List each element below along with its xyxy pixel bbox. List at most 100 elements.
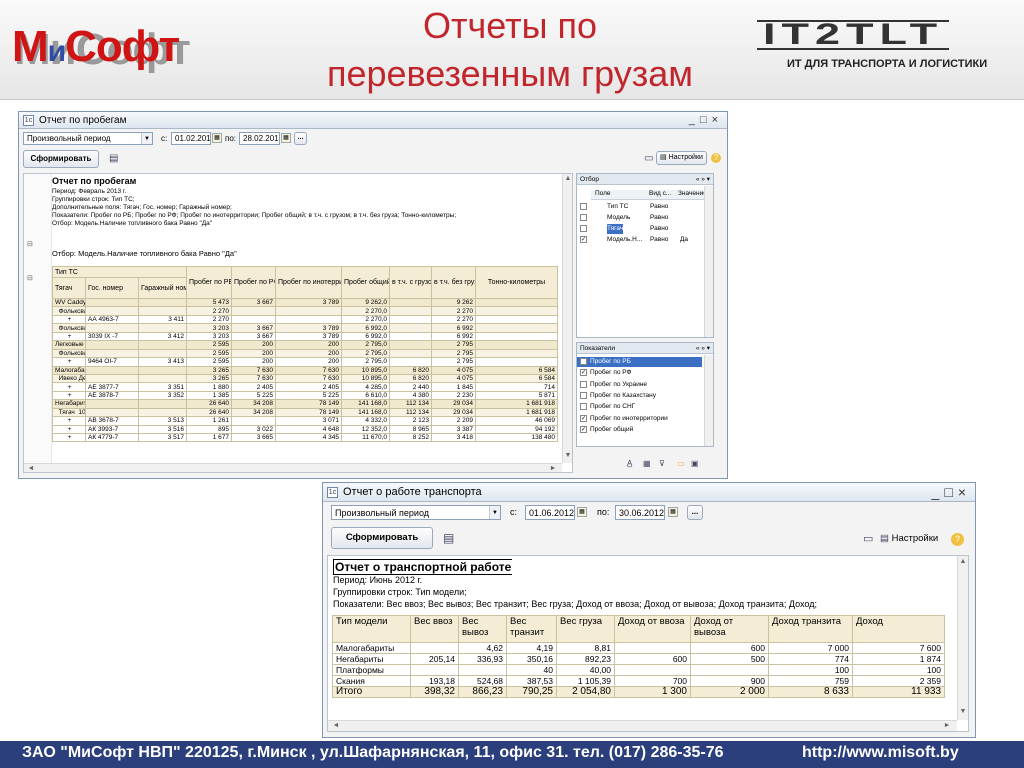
close-icon[interactable]: × (712, 114, 723, 126)
indicator-row[interactable]: ✓ Пробег по инотерритории (577, 414, 702, 424)
print-icon[interactable]: ▤ (443, 532, 454, 544)
scroll-right-icon[interactable]: ► (548, 465, 558, 472)
indicator-row[interactable]: ✓ Пробег по РБ (577, 357, 702, 367)
period-choose-button[interactable]: ... (687, 505, 703, 520)
indicator-row[interactable]: ✓ Пробег по РФ (577, 368, 702, 378)
help-icon[interactable]: ? (711, 153, 721, 163)
table-cell: Тягач 100 м3 (52, 407, 86, 418)
print-icon[interactable]: ▤ (109, 153, 118, 165)
font-icon[interactable]: A̲ (627, 459, 632, 468)
table-cell: 78 149 (275, 399, 343, 409)
table-cell: 141 168,0 (341, 399, 391, 409)
calendar-icon[interactable]: ▦ (668, 507, 678, 517)
filter-comparison: Равно (650, 214, 669, 221)
filter-icon[interactable]: ⊽ (659, 459, 665, 468)
indicator-row[interactable]: Пробег по Украине (577, 380, 702, 390)
close-icon[interactable]: × (958, 484, 971, 500)
indicator-checkbox[interactable]: ✓ (580, 358, 587, 365)
minimize-icon[interactable]: _ (689, 114, 700, 126)
to-date-field[interactable]: 30.06.2012 (615, 505, 665, 520)
to-date-field[interactable]: 28.02.2013 (239, 132, 280, 145)
minimize-icon[interactable]: _ (932, 484, 945, 500)
report-grouping-line: Группировки строк: Тип ТС; (52, 196, 135, 203)
panel-nav-arrows[interactable]: « » ▾ (696, 343, 710, 354)
period-select[interactable]: Произвольный период ▼ (23, 132, 153, 145)
filter-checkbox[interactable] (580, 225, 587, 232)
dropdown-arrow-icon[interactable]: ▼ (141, 133, 152, 144)
indicator-checkbox[interactable] (580, 391, 587, 399)
save-icon[interactable]: ▣ (691, 459, 699, 468)
filter-row[interactable]: Тягач Равно (577, 224, 702, 234)
indicator-row[interactable]: Пробег по Казахстану (577, 391, 702, 401)
collapse-toggle-icon[interactable]: ⊟ (27, 274, 33, 282)
table-cell: 3 265 (186, 365, 233, 375)
report-horizontal-scrollbar[interactable]: ◄ ► (24, 463, 562, 472)
maximize-icon[interactable]: □ (700, 114, 712, 126)
period-choose-button[interactable]: ... (294, 132, 307, 145)
logo-letter-i: и (47, 35, 66, 68)
scroll-right-icon[interactable]: ► (942, 722, 952, 729)
indicator-row[interactable]: Пробег по СНГ (577, 402, 702, 412)
filter-checkbox[interactable] (580, 203, 587, 210)
table-row: WV Caddy 5 473 3 667 3 789 9 262,0 9 262 (52, 297, 559, 308)
calendar-icon[interactable]: ▦ (212, 133, 222, 143)
table-cell: 4 648 (275, 424, 343, 435)
report-vertical-scrollbar[interactable]: ▲ ▼ (562, 174, 572, 463)
table-cell: 3 351 (137, 382, 188, 392)
table-cell (389, 297, 433, 308)
filter-row[interactable]: Модель Равно (577, 213, 702, 223)
folder-icon[interactable]: ▭ (677, 459, 685, 468)
company-website-link[interactable]: http://www.misoft.by (802, 744, 959, 762)
dropdown-arrow-icon[interactable]: ▼ (489, 506, 500, 519)
report-horizontal-scrollbar[interactable]: ◄ ► (328, 720, 957, 731)
indicator-checkbox[interactable] (580, 380, 587, 388)
table-cell: 200 (231, 357, 277, 367)
mileage-report-title: Отчет по пробегам (52, 176, 137, 186)
filter-checkbox[interactable] (580, 214, 587, 221)
table-cell: 11 670,0 (341, 432, 391, 443)
logo-text: МиСофт (12, 22, 180, 72)
table-cell: 6 820 (389, 373, 433, 384)
calendar-icon[interactable]: ▦ (281, 133, 291, 143)
scroll-left-icon[interactable]: ◄ (331, 722, 341, 729)
panel-toggle-icon[interactable]: ▭ (863, 533, 873, 545)
indicator-checkbox[interactable]: ✓ (580, 369, 587, 377)
panel-toggle-icon[interactable]: ▭ (644, 153, 653, 165)
from-date-field[interactable]: 01.06.2012 (525, 505, 575, 520)
indicators-panel-scrollbar[interactable] (704, 355, 713, 446)
indicator-checkbox[interactable]: ✓ (580, 414, 587, 422)
scroll-up-icon[interactable]: ▲ (958, 558, 968, 565)
filter-checkbox[interactable]: ✓ (580, 236, 587, 243)
table-cell: 2 595 (186, 340, 233, 350)
collapse-toggle-icon[interactable]: ⊟ (27, 240, 33, 248)
report-vertical-scrollbar[interactable]: ▲ ▼ (957, 556, 968, 720)
table-cell: 6 992,0 (341, 323, 391, 333)
transport-report-sheet: Отчет о транспортной работе Период: Июнь… (327, 555, 969, 732)
help-icon[interactable]: ? (951, 533, 964, 546)
panel-nav-arrows[interactable]: « » ▾ (696, 174, 710, 185)
period-select[interactable]: Произвольный период ▼ (331, 505, 501, 520)
settings-button[interactable]: ▤ Настройки (656, 151, 707, 165)
indicator-row[interactable]: ✓ Пробег общий (577, 425, 702, 435)
header-income-export: Доход от вывоза (690, 615, 769, 643)
filter-columns-header: Поле Вид с... Значение (591, 190, 711, 200)
maximize-icon[interactable]: □ (944, 484, 957, 500)
scroll-down-icon[interactable]: ▼ (563, 452, 572, 459)
settings-button[interactable]: ▤ Настройки (880, 533, 938, 544)
table-cell (389, 306, 433, 316)
filter-row[interactable]: ✓ Модель.Н... Равно Да (577, 235, 702, 245)
table-cell: 10 895,0 (341, 365, 391, 375)
filter-panel-scrollbar[interactable] (704, 186, 713, 337)
indicator-checkbox[interactable] (580, 403, 587, 411)
scroll-down-icon[interactable]: ▼ (958, 708, 968, 715)
generate-button[interactable]: Сформировать (23, 150, 99, 168)
from-date-field[interactable]: 01.02.2013 (171, 132, 211, 145)
generate-button[interactable]: Сформировать (331, 527, 433, 549)
scroll-up-icon[interactable]: ▲ (563, 175, 572, 182)
grid-icon[interactable]: ▦ (643, 459, 651, 468)
calendar-icon[interactable]: ▦ (577, 507, 587, 517)
scroll-left-icon[interactable]: ◄ (26, 465, 36, 472)
indicator-checkbox[interactable]: ✓ (580, 425, 587, 433)
to-label: по: (597, 507, 610, 517)
filter-row[interactable]: Тип ТС Равно (577, 202, 702, 212)
